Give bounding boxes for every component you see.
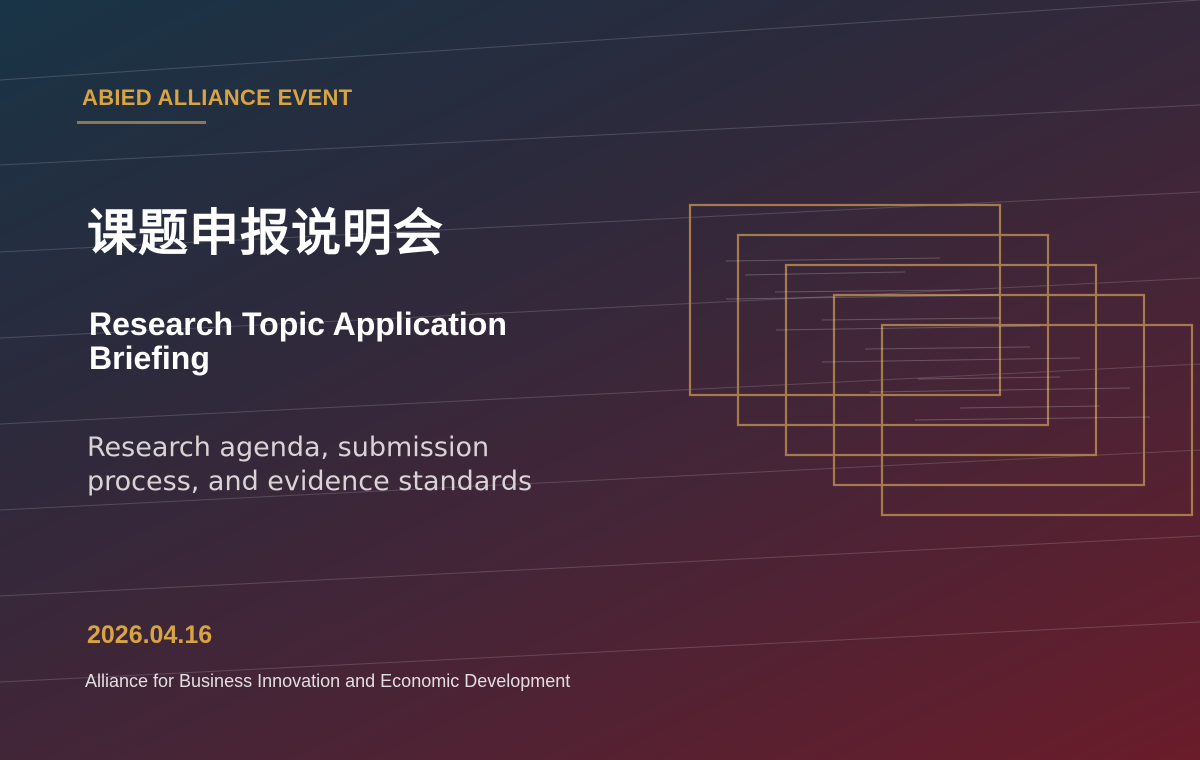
title-slide: ABIED ALLIANCE EVENT 课题申报说明会 Research To… bbox=[0, 0, 1200, 760]
frame-rect bbox=[688, 203, 1002, 397]
stacked-frames-decoration bbox=[688, 203, 1194, 517]
